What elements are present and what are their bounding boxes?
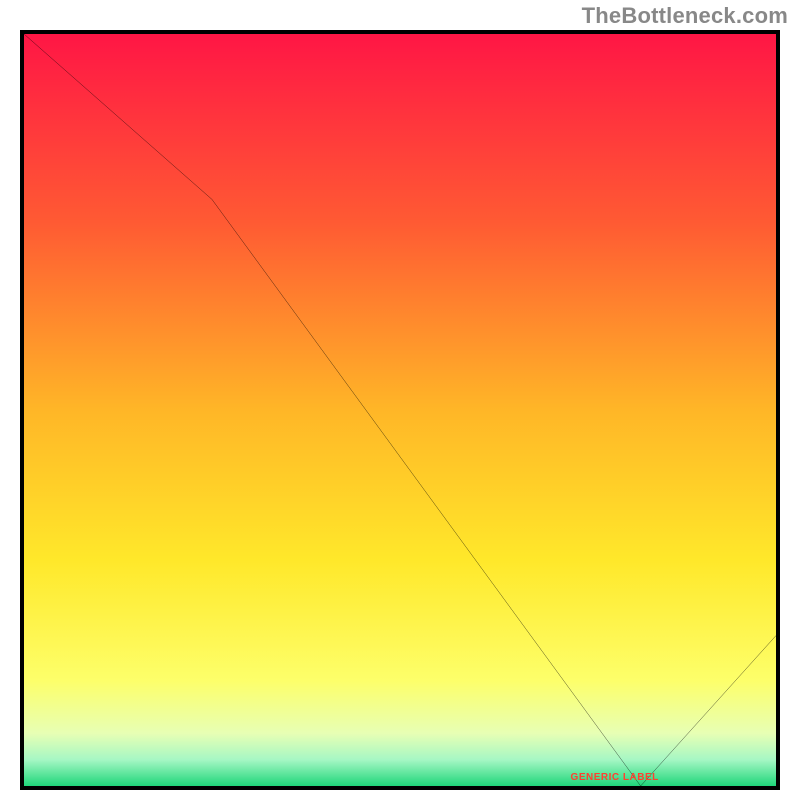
watermark-text: TheBottleneck.com (582, 3, 788, 29)
series-line-layer (24, 34, 776, 786)
plot-area: GENERIC LABEL (20, 30, 780, 790)
bottleneck-curve (24, 34, 776, 786)
figure-root: TheBottleneck.com GENERIC LABEL (0, 0, 800, 800)
baseline-label: GENERIC LABEL (571, 772, 659, 783)
